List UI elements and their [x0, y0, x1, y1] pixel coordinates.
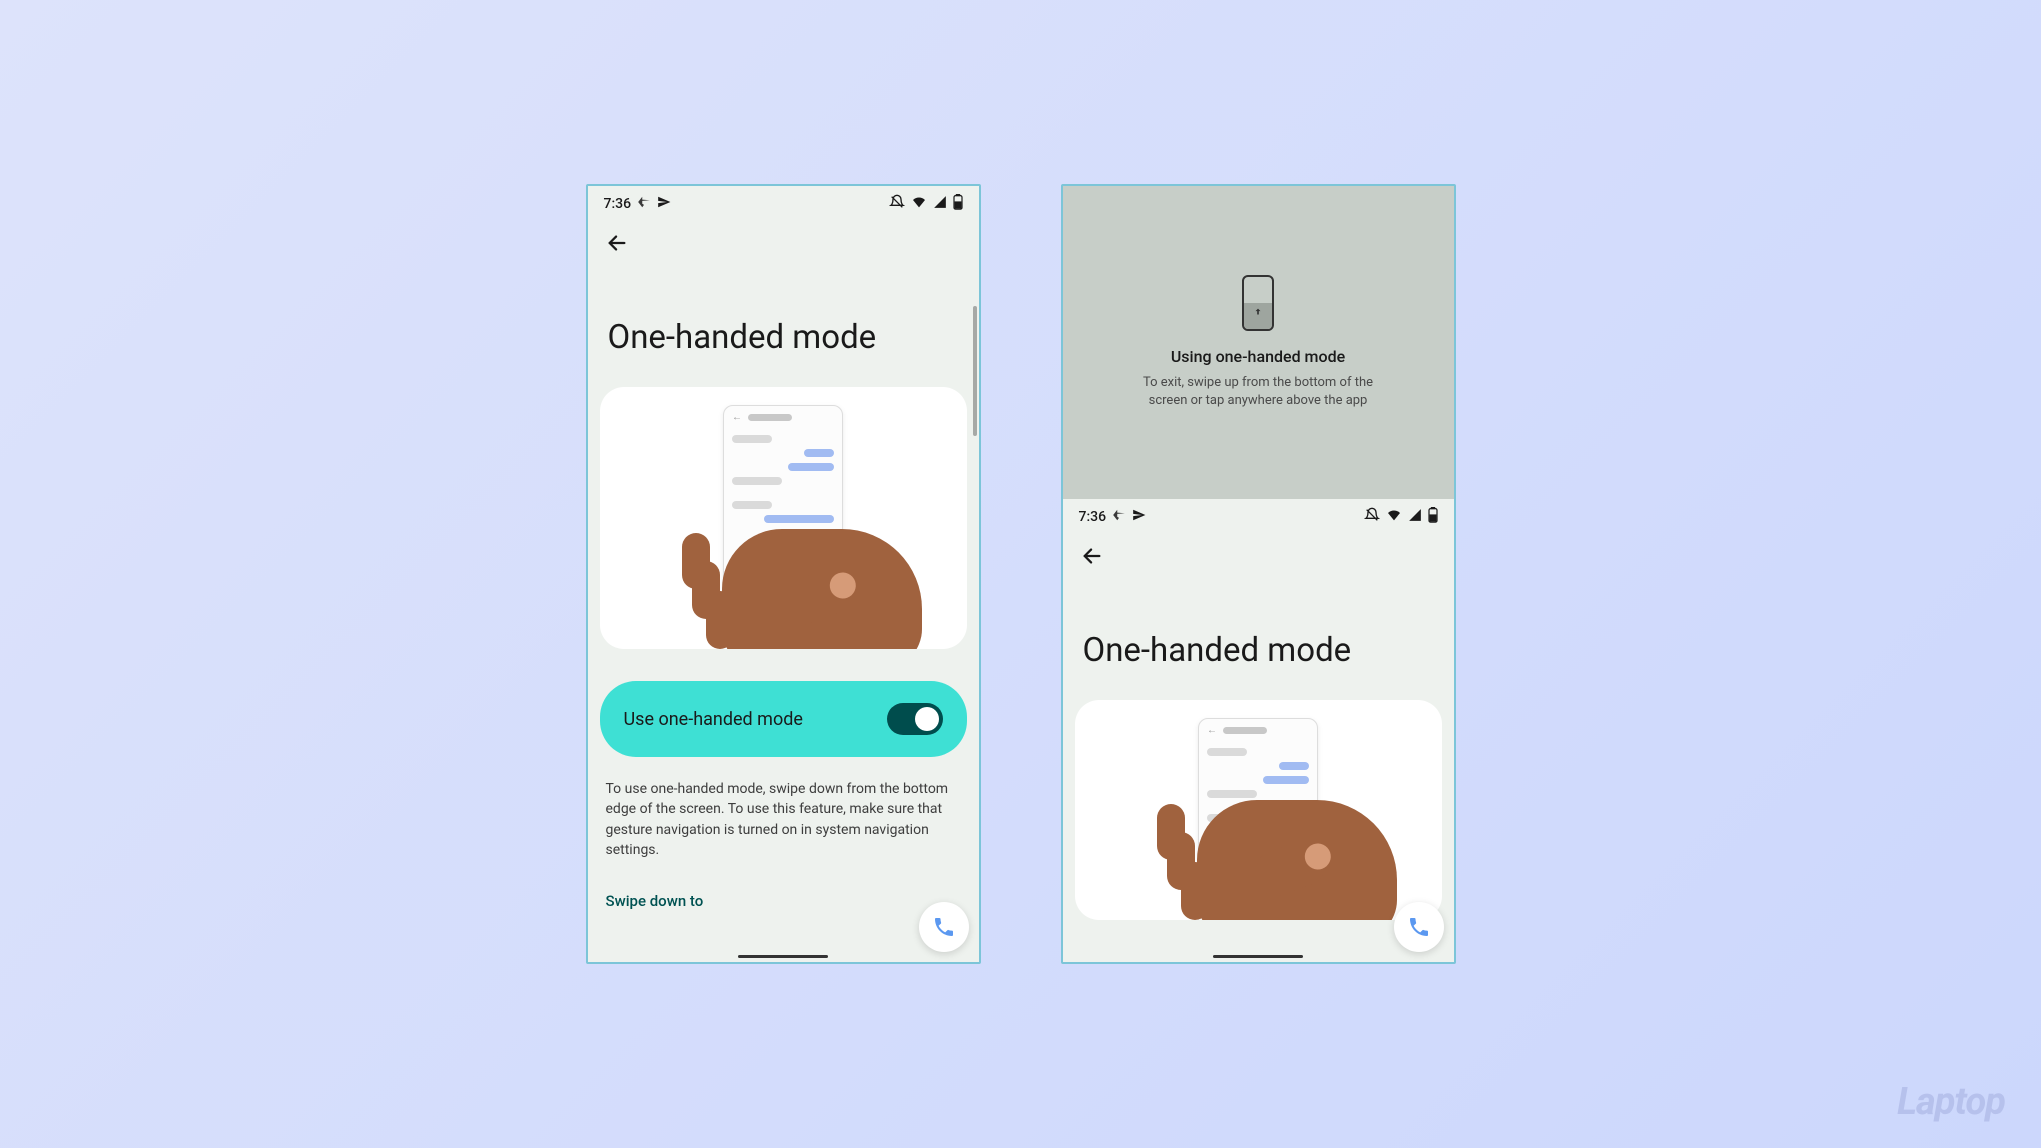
phone-fab[interactable]: [1394, 902, 1444, 952]
one-handed-overlay[interactable]: Using one-handed mode To exit, swipe up …: [1063, 186, 1454, 499]
phone-fab[interactable]: [919, 902, 969, 952]
status-bar-shifted: 7:36: [1063, 499, 1454, 535]
page-title: One-handed mode: [1063, 581, 1454, 700]
dnd-icon: [1364, 507, 1380, 527]
status-time: 7:36: [1079, 509, 1107, 525]
nav-handle[interactable]: [738, 955, 828, 958]
swipe-down-option[interactable]: Swipe down to: [588, 860, 979, 910]
battery-icon: [953, 194, 963, 214]
status-bar: 7:36: [588, 186, 979, 222]
signal-icon: [1408, 508, 1422, 526]
status-time: 7:36: [604, 196, 632, 212]
scrollbar[interactable]: [973, 306, 977, 436]
nav-handle[interactable]: [1213, 955, 1303, 958]
wifi-icon: [911, 194, 927, 214]
shifted-app-content: 7:36 One-handed mode ←: [1063, 499, 1454, 962]
toggle-card[interactable]: Use one-handed mode: [600, 681, 967, 757]
overlay-subtitle: To exit, swipe up from the bottom of the…: [1128, 374, 1388, 410]
illustration-card: ←: [1075, 700, 1442, 920]
screenshot-left: 7:36 One-handed mode: [586, 184, 981, 964]
page-title: One-handed mode: [588, 268, 979, 387]
watermark: Laptop: [1897, 1080, 2005, 1124]
illustration-card: ←: [600, 387, 967, 649]
illustration-hand: [672, 509, 932, 649]
status-icon-location: [657, 195, 671, 213]
toggle-switch[interactable]: [887, 703, 943, 735]
wifi-icon: [1386, 507, 1402, 527]
overlay-title: Using one-handed mode: [1171, 347, 1345, 366]
battery-icon: [1428, 507, 1438, 527]
back-button[interactable]: [588, 222, 979, 268]
overlay-phone-icon: [1242, 275, 1274, 331]
dnd-icon: [889, 194, 905, 214]
status-icon-location: [1132, 508, 1146, 526]
screenshot-right: Using one-handed mode To exit, swipe up …: [1061, 184, 1456, 964]
illustration-hand: [1147, 780, 1407, 920]
help-text: To use one-handed mode, swipe down from …: [588, 757, 979, 860]
signal-icon: [933, 195, 947, 213]
status-icon-send: [1112, 508, 1126, 526]
back-button[interactable]: [1063, 535, 1454, 581]
status-icon-send: [637, 195, 651, 213]
toggle-label: Use one-handed mode: [624, 709, 803, 730]
